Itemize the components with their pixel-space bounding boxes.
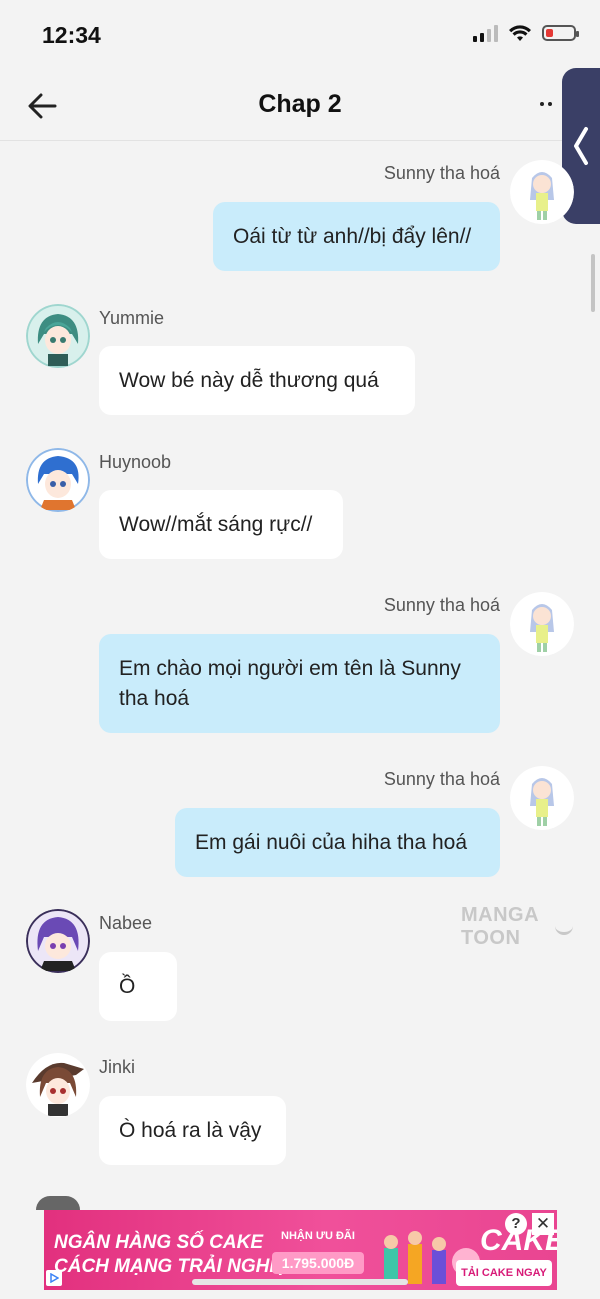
status-icons [473, 24, 579, 42]
avatar[interactable] [510, 592, 574, 656]
chapter-header: Chap 2 [0, 72, 600, 141]
wifi-icon [509, 25, 531, 41]
status-time: 12:34 [42, 22, 101, 48]
avatar[interactable] [26, 1053, 90, 1117]
ad-info-icon[interactable]: ? [505, 1213, 527, 1235]
home-indicator[interactable] [192, 1279, 408, 1285]
page-title: Chap 2 [258, 90, 342, 118]
ad-cta-button[interactable]: TẢI CAKE NGAY [456, 1260, 552, 1286]
message-bubble[interactable]: Em gái nuôi của hiha tha hoá [175, 808, 500, 877]
avatar[interactable] [26, 909, 90, 973]
avatar[interactable] [510, 160, 574, 224]
message-bubble[interactable]: Em chào mọi người em tên là Sunny tha ho… [99, 634, 500, 733]
ad-offer-label: NHẬN ƯU ĐÃI [281, 1230, 355, 1242]
battery-icon [542, 25, 579, 41]
message-bubble[interactable]: Ồ [99, 952, 177, 1021]
avatar[interactable] [26, 304, 90, 368]
sender-name: Nabee [99, 913, 153, 933]
chevron-left-icon [574, 127, 588, 165]
ad-choices-icon[interactable] [46, 1270, 62, 1286]
message-bubble[interactable]: Ò hoá ra là vậy [99, 1096, 286, 1165]
watermark: MANGA TOON [461, 904, 539, 949]
more-options-button[interactable] [540, 102, 552, 106]
sender-name: Sunny tha hoá [383, 769, 500, 789]
ad-close-icon[interactable]: ✕ [532, 1213, 554, 1235]
avatar[interactable] [510, 766, 574, 830]
sender-name: Huynoob [99, 452, 172, 472]
ad-offer-amount: 1.795.000Đ [272, 1252, 364, 1274]
sender-name: Sunny tha hoá [383, 163, 500, 183]
ad-subheadline: CÁCH MẠNG TRẢI NGHIỆM [54, 1256, 304, 1277]
avatar[interactable] [26, 448, 90, 512]
sender-name: Jinki [99, 1057, 136, 1077]
scrollbar[interactable] [591, 254, 595, 312]
more-dots-icon [540, 102, 544, 106]
ad-headline: NGÂN HÀNG SỐ CAKE [54, 1232, 264, 1253]
sender-name: Yummie [99, 308, 165, 328]
message-bubble[interactable]: Oái từ từ anh//bị đẩy lên// [213, 202, 500, 271]
sender-name: Sunny tha hoá [383, 595, 500, 615]
cellular-signal-icon [473, 24, 498, 42]
message-bubble[interactable]: Wow//mắt sáng rực// [99, 490, 343, 559]
status-bar: 12:34 [0, 0, 600, 72]
avatar[interactable] [36, 1196, 80, 1210]
message-bubble[interactable]: Wow bé này dễ thương quá [99, 346, 415, 415]
ad-banner[interactable]: NGÂN HÀNG SỐ CAKE CÁCH MẠNG TRẢI NGHIỆM … [44, 1210, 557, 1290]
